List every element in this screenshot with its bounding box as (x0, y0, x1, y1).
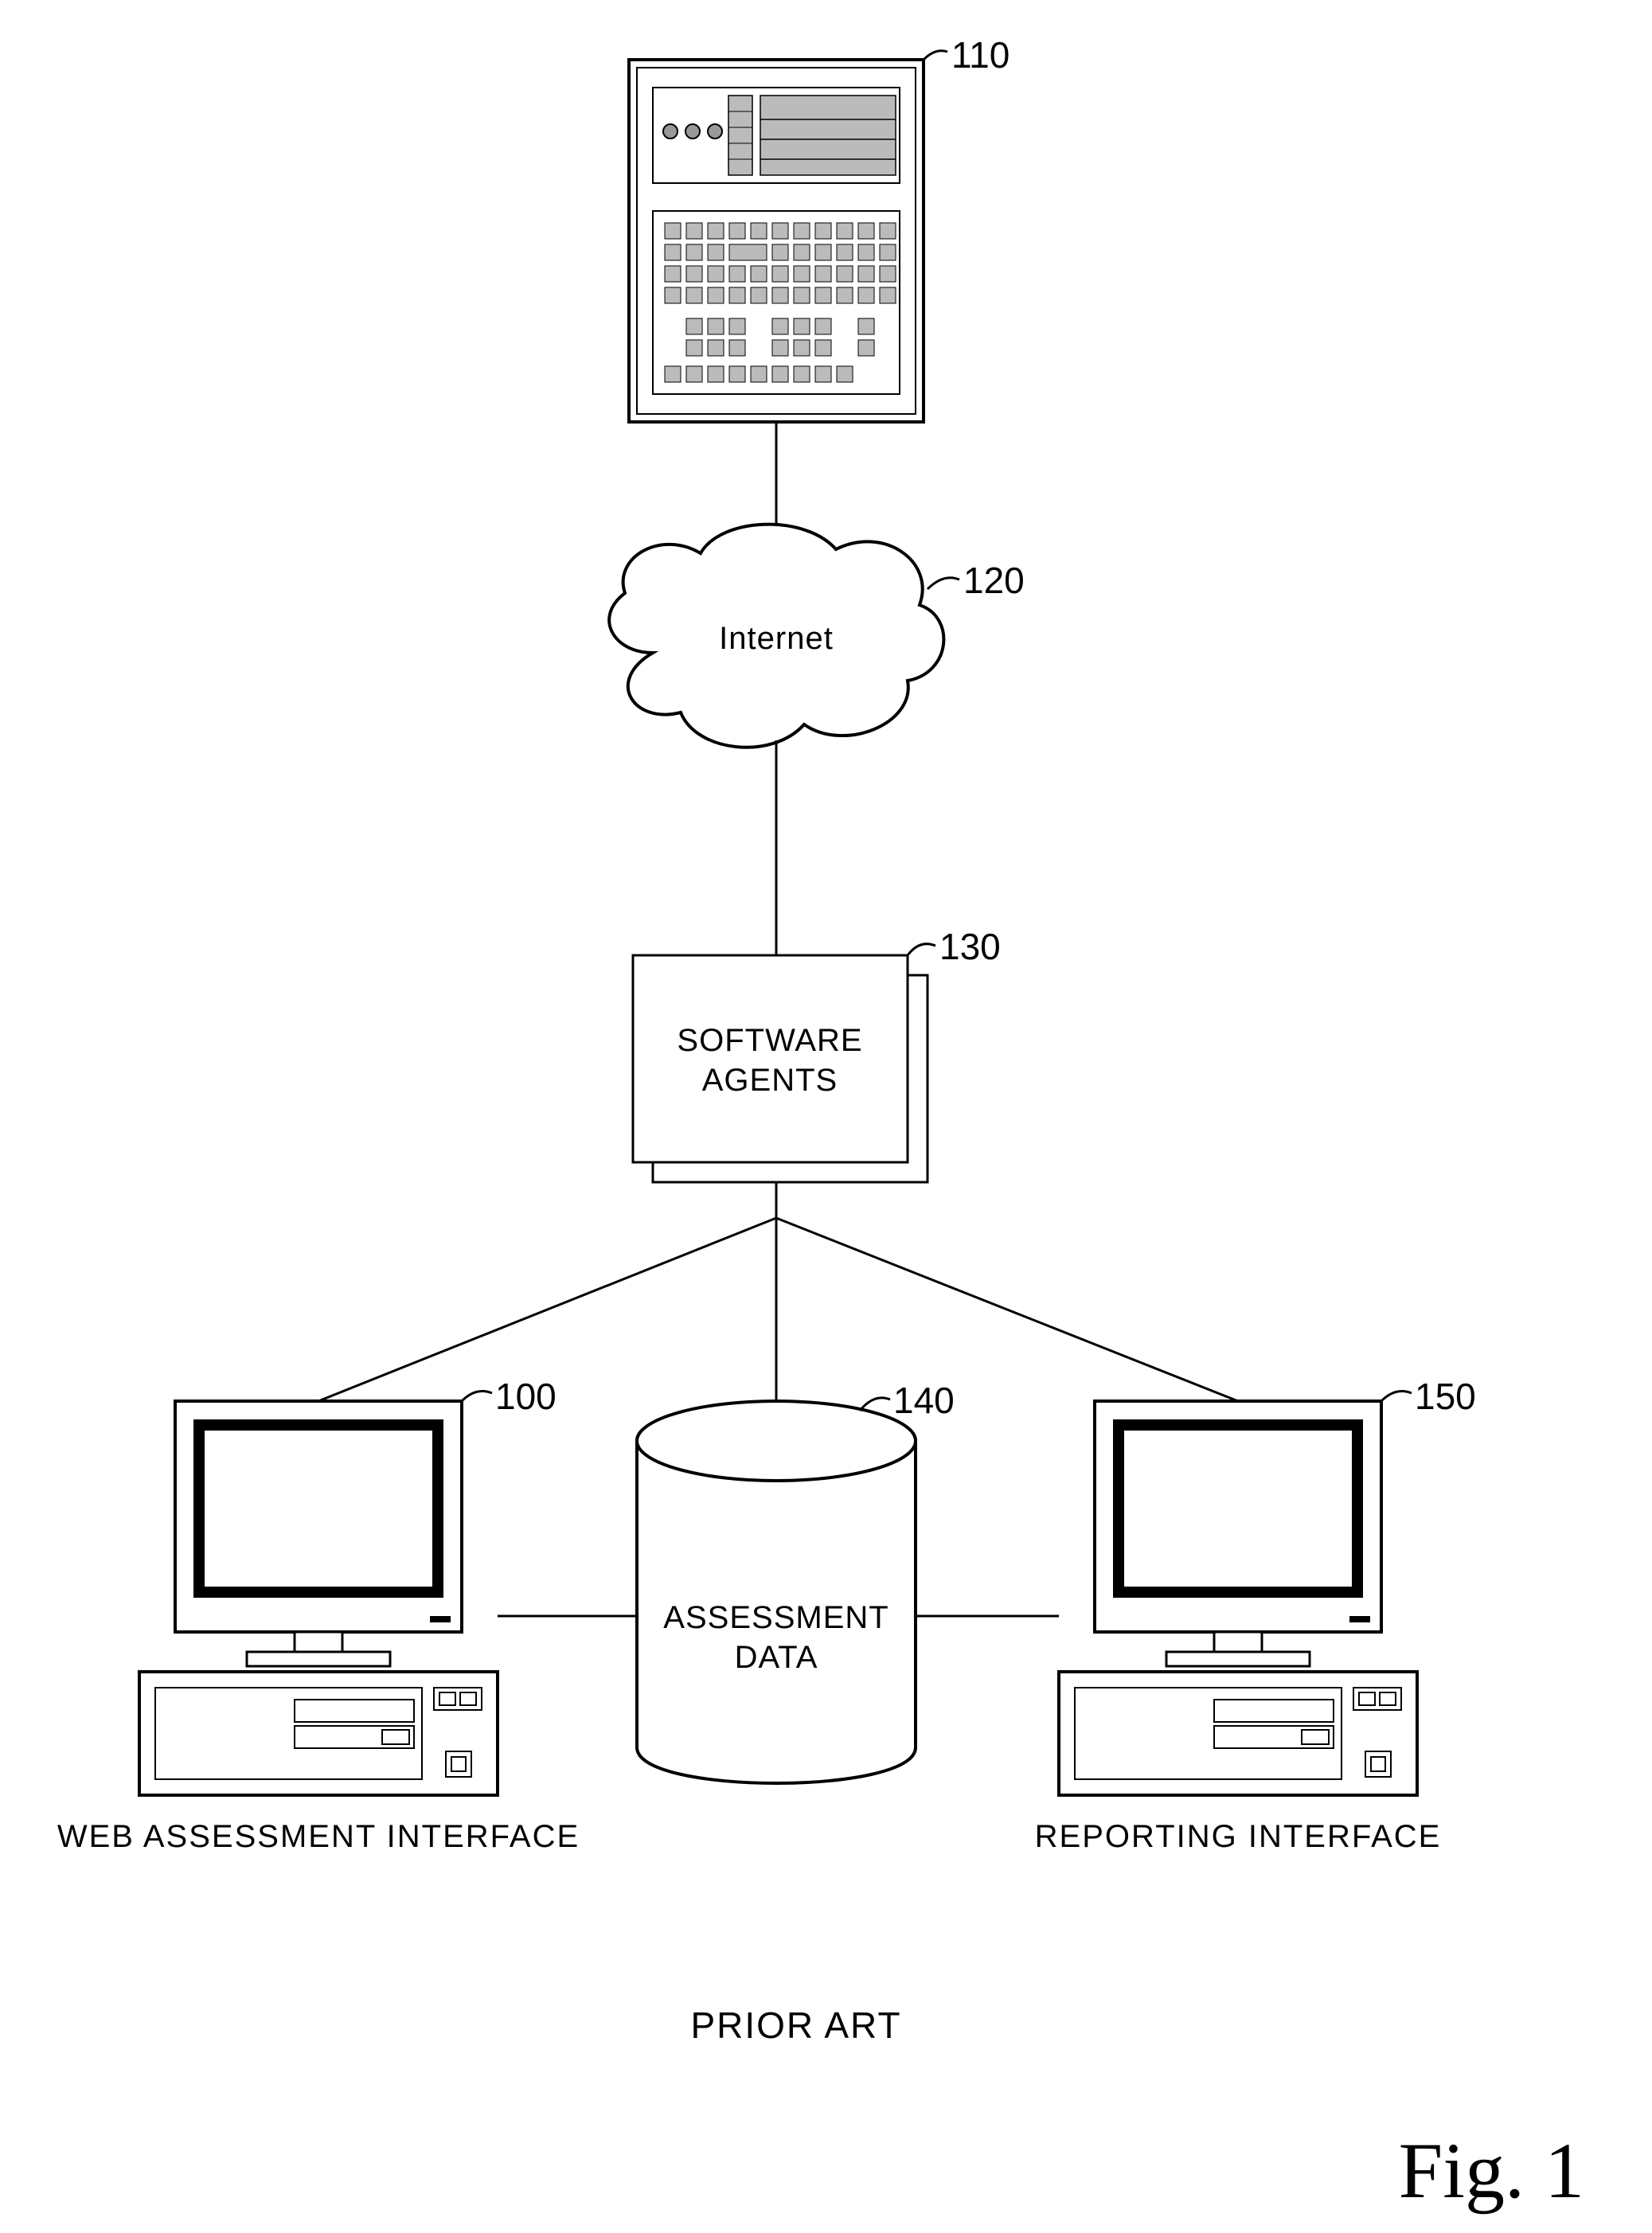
leader-120 (928, 578, 959, 589)
db-label-1: ASSESSMENT (663, 1600, 888, 1635)
leader-130 (908, 944, 935, 955)
leader-100 (462, 1392, 492, 1401)
ref-left-pc: 100 (495, 1376, 557, 1417)
db-label-2: DATA (735, 1640, 818, 1675)
ref-agents: 130 (939, 926, 1001, 967)
ref-server: 110 (951, 34, 1010, 76)
database-node (637, 1401, 916, 1783)
leader-110 (924, 51, 947, 60)
right-caption: REPORTING INTERFACE (1035, 1819, 1442, 1854)
prior-art-label: PRIOR ART (690, 2005, 901, 2046)
server-node (629, 60, 924, 422)
left-computer (139, 1401, 498, 1795)
figure-label: Fig. 1 (1399, 2126, 1584, 2215)
ref-internet: 120 (963, 560, 1025, 601)
connectors-agents-down (318, 1182, 1238, 1401)
ref-right-pc: 150 (1415, 1376, 1476, 1417)
right-computer (1059, 1401, 1417, 1795)
ref-db: 140 (893, 1380, 955, 1421)
agents-label-2: AGENTS (702, 1063, 838, 1098)
diagram-svg: 110 Internet 120 SOFTWARE AGENTS 130 (0, 0, 1652, 2233)
internet-label: Internet (719, 621, 834, 656)
agents-label-1: SOFTWARE (677, 1023, 862, 1058)
leader-150 (1381, 1392, 1412, 1401)
left-caption: WEB ASSESSMENT INTERFACE (57, 1819, 580, 1854)
